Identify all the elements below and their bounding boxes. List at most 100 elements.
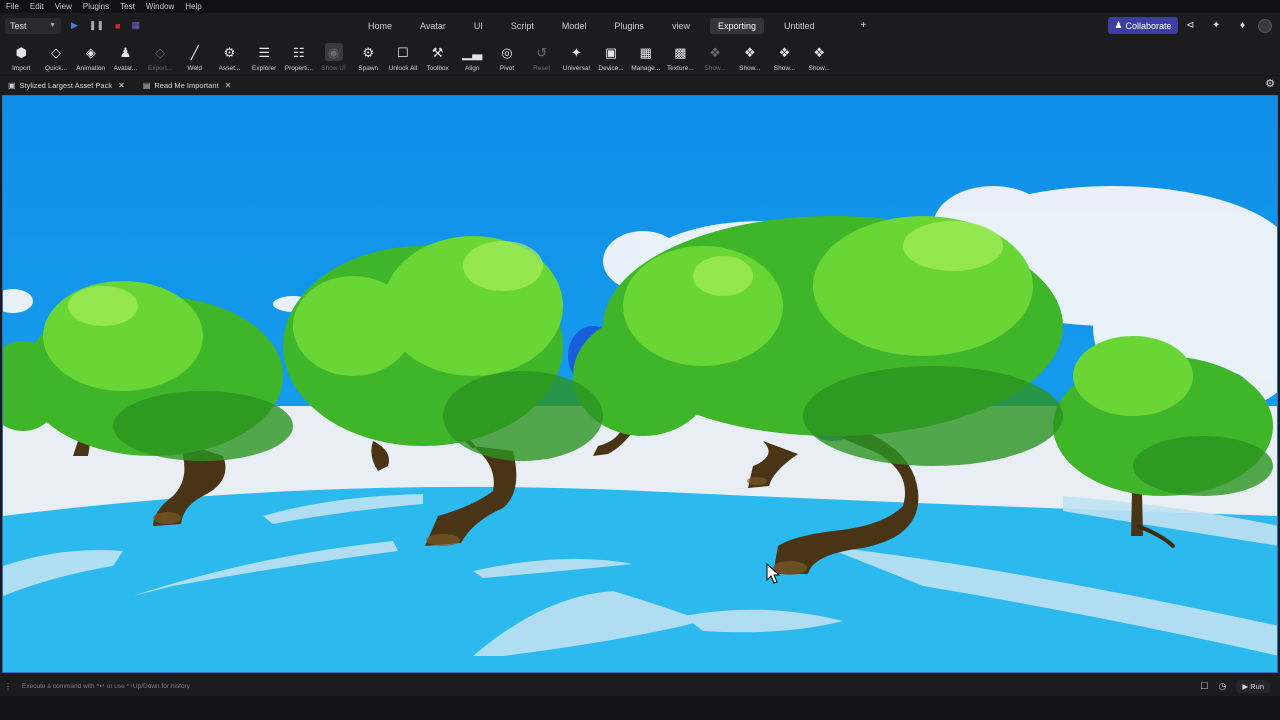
bookmark-icon[interactable]: ☐ xyxy=(1200,681,1208,692)
tab-avatar[interactable]: Avatar xyxy=(412,18,454,34)
sparkle-icon[interactable]: ✦ xyxy=(1212,13,1220,38)
menu-test[interactable]: Test xyxy=(120,2,135,11)
play-icon[interactable]: ▶ xyxy=(71,20,78,31)
tab-exporting[interactable]: Exporting xyxy=(709,17,764,34)
toolbar-pivot-button[interactable]: ◎ Pivot xyxy=(490,38,525,76)
toolbar-label: Animation xyxy=(76,65,106,72)
pause-icon[interactable]: ❚❚ xyxy=(89,20,104,31)
toolbar-show-button[interactable]: ❖ Show... xyxy=(698,38,733,76)
step-icon[interactable]: ▦ xyxy=(131,20,140,31)
menu-window[interactable]: Window xyxy=(146,2,174,11)
bell-icon[interactable]: ♦ xyxy=(1240,13,1245,38)
toolbar-label: Explorer xyxy=(252,65,277,72)
toolbar-label: Reset xyxy=(533,65,551,72)
toolbar-show-ui-button[interactable]: ◉ Show UI xyxy=(316,38,351,76)
document-icon: ▤ xyxy=(142,80,151,90)
toolbar-reset-button[interactable]: ↺ Reset xyxy=(524,38,559,76)
toolbar-manage-button[interactable]: ▦ Manage... xyxy=(628,38,663,76)
diamond-icon: ◇ xyxy=(155,44,166,60)
mode-dropdown-value: Test xyxy=(10,20,27,31)
toolbar-weld-button[interactable]: ╱ Weld xyxy=(177,38,212,76)
scene-render xyxy=(3,96,1277,672)
command-input[interactable]: Execute a command with ^↵ or use ^↑Up/Do… xyxy=(22,682,190,690)
history-icon[interactable]: ◷ xyxy=(1219,681,1227,692)
doc-tab-read-me[interactable]: ▤ Read Me Important ✕ xyxy=(143,81,231,90)
toolbar-import-button[interactable]: ⬢ Import xyxy=(4,38,39,76)
toolbar-label: Asset... xyxy=(218,65,241,72)
menu-view[interactable]: View xyxy=(55,2,72,11)
pivot-icon: ◎ xyxy=(501,44,513,60)
add-tab-button[interactable]: + xyxy=(853,17,875,34)
toolbar-show-button[interactable]: ❖ Show... xyxy=(767,38,802,76)
doc-tab-stylized-asset-pack[interactable]: ▣ Stylized Largest Asset Pack ✕ xyxy=(8,81,125,90)
close-icon[interactable]: ✕ xyxy=(225,81,232,90)
mode-dropdown[interactable]: Test ▼ xyxy=(5,17,61,34)
toolbar-label: Device... xyxy=(598,65,624,72)
toolbar-label: Quick... xyxy=(45,65,68,72)
device-icon: ▣ xyxy=(604,44,618,60)
toolbar-texture-button[interactable]: ▩ Texture... xyxy=(663,38,698,76)
toolbar-show-button[interactable]: ❖ Show... xyxy=(732,38,767,76)
menu-edit[interactable]: Edit xyxy=(30,2,44,11)
toolbar-avatar-button[interactable]: ♟ Avatar... xyxy=(108,38,143,76)
menu-plugins[interactable]: Plugins xyxy=(83,2,109,11)
collaborate-button[interactable]: ♟ Collaborate xyxy=(1108,17,1178,34)
tab-plugins[interactable]: Plugins xyxy=(606,18,652,34)
menu-file[interactable]: File xyxy=(6,2,19,11)
toolbar-align-button[interactable]: ▁▃ Align xyxy=(455,38,490,76)
toolbar-export-button[interactable]: ◇ Export... xyxy=(143,38,178,76)
ribbon-tabs: Home Avatar UI Script Model Plugins view… xyxy=(360,13,886,38)
toolbar-asset-button[interactable]: ⚙ Asset... xyxy=(212,38,247,76)
status-strip xyxy=(0,696,1280,720)
texture-icon: ▩ xyxy=(674,44,687,60)
run-label: Run xyxy=(1250,681,1264,691)
stop-icon[interactable]: ■ xyxy=(115,21,120,31)
toolbar-label: Align xyxy=(465,65,480,72)
toolbar-unlock-all-button[interactable]: ☐ Unlock All xyxy=(386,38,421,76)
toolbar-properti-button[interactable]: ☷ Properti... xyxy=(282,38,317,76)
toolbar-explorer-button[interactable]: ☰ Explorer xyxy=(247,38,282,76)
diamond-icon: ◇ xyxy=(51,44,62,60)
tab-untitled[interactable]: Untitled xyxy=(776,18,823,34)
show-icon: ❖ xyxy=(778,44,791,60)
toolbar-spawn-button[interactable]: ⚙ Spawn xyxy=(351,38,386,76)
scene-viewport[interactable] xyxy=(2,95,1278,673)
explorer-icon: ☰ xyxy=(258,44,270,60)
toolbar-label: Export... xyxy=(147,65,173,72)
close-icon[interactable]: ✕ xyxy=(118,81,125,90)
run-button[interactable]: ▶ Run xyxy=(1236,679,1270,693)
toolbar-label: Weld xyxy=(187,65,203,72)
weld-icon: ╱ xyxy=(190,44,199,60)
toolbox-icon: ⚒ xyxy=(431,44,444,60)
toolbar-label: Texture... xyxy=(667,65,694,72)
menu-help[interactable]: Help xyxy=(185,2,201,11)
tab-ui[interactable]: UI xyxy=(466,18,491,34)
animation-icon: ◈ xyxy=(85,44,96,60)
tab-script[interactable]: Script xyxy=(503,18,542,34)
toolbar-universal-button[interactable]: ✦ Universal xyxy=(559,38,594,76)
toolbar-animation-button[interactable]: ◈ Animation xyxy=(73,38,108,76)
toolbar-device-button[interactable]: ▣ Device... xyxy=(594,38,629,76)
toolbar-label: Manage... xyxy=(631,65,661,72)
chevron-down-icon: ▼ xyxy=(49,22,56,29)
top-bar: Test ▼ ▶ ❚❚ ■ ▦ Home Avatar UI Script Mo… xyxy=(0,13,1280,38)
tab-model[interactable]: Model xyxy=(554,18,595,34)
command-bar: ⋮ Execute a command with ^↵ or use ^↑Up/… xyxy=(0,676,1280,696)
toolbar-toolbox-button[interactable]: ⚒ Toolbox xyxy=(420,38,455,76)
toolbar-quick-button[interactable]: ◇ Quick... xyxy=(39,38,74,76)
avatar[interactable] xyxy=(1258,13,1272,38)
toolbar-show-button[interactable]: ❖ Show... xyxy=(802,38,837,76)
unlock-icon: ☐ xyxy=(397,44,409,60)
toolbar-label: Properti... xyxy=(284,65,313,72)
tab-view[interactable]: view xyxy=(664,18,698,34)
toolbar-label: Show... xyxy=(773,65,796,72)
toolbar-label: Spawn xyxy=(358,65,379,72)
tab-home[interactable]: Home xyxy=(360,18,400,34)
gear-icon: ⚙ xyxy=(362,44,375,60)
reset-icon: ↺ xyxy=(536,44,548,60)
share-icon[interactable]: ⊲ xyxy=(1186,13,1194,38)
gear-icon[interactable]: ⚙ xyxy=(1265,77,1275,90)
show-icon: ❖ xyxy=(813,44,825,60)
toolbar-label: Toolbox xyxy=(426,65,449,72)
toolbar-label: Show... xyxy=(704,65,726,72)
